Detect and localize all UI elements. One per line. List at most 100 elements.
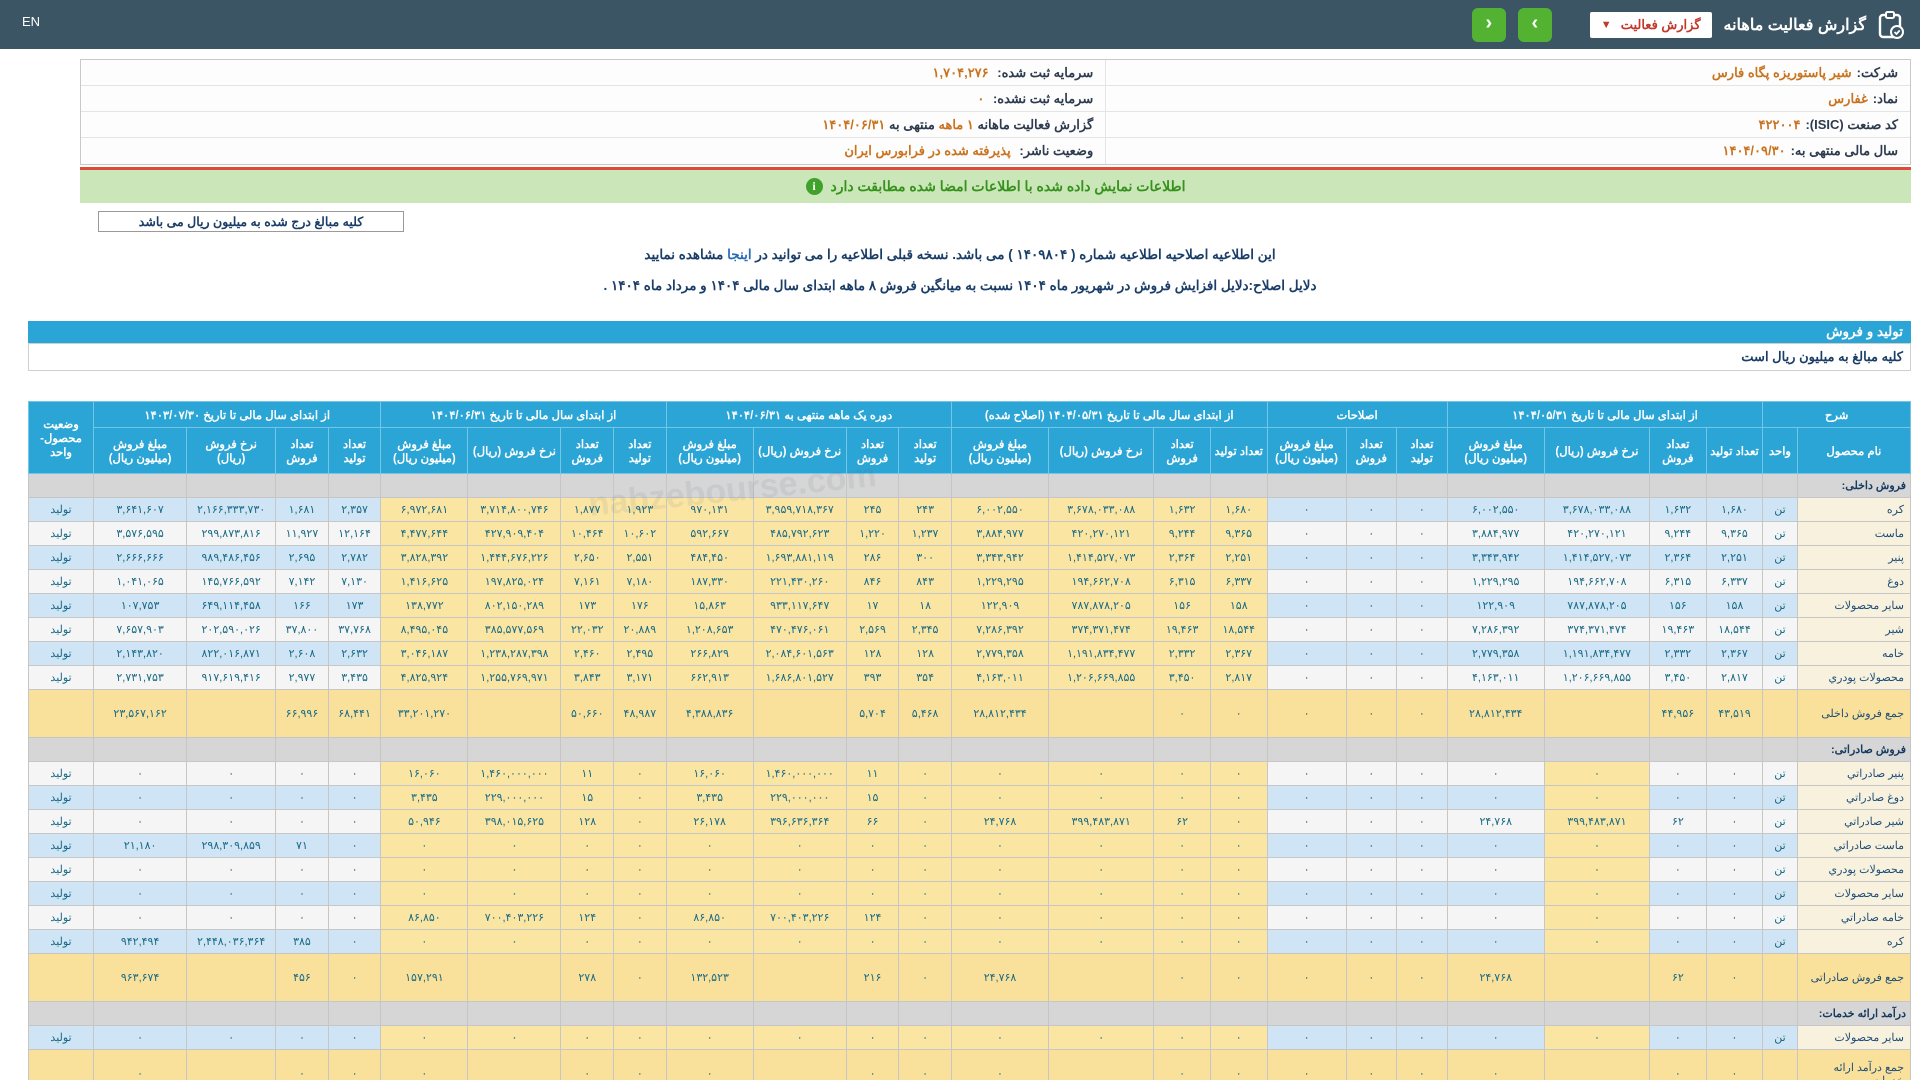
report-period-label: گزارش فعالیت ماهانه <box>973 116 1094 132</box>
value-cell: ۲۲۱,۴۳۰,۲۶۰ <box>752 569 847 594</box>
value-cell: ۲۹۸,۳۰۹,۸۵۹ <box>186 833 277 858</box>
column-header-cell: تعداد فروش <box>275 427 329 474</box>
value-cell: ۰ <box>1209 1049 1268 1080</box>
value-cell: ۰ <box>665 1025 754 1050</box>
status-cell: تولید <box>27 857 95 882</box>
value-cell: ۰ <box>1543 929 1651 954</box>
value-cell: ۰ <box>186 1025 277 1050</box>
value-cell: ۰ <box>1396 521 1448 546</box>
value-cell: ۲۴,۷۶۸ <box>1446 809 1545 834</box>
value-cell: ۰ <box>845 857 900 882</box>
previous-version-link[interactable]: اینجا <box>727 247 751 262</box>
value-cell: ۱,۲۰۶,۶۶۹,۸۵۵ <box>1048 665 1155 690</box>
column-header-cell: مبلغ فروش (میلیون ریال) <box>380 427 469 474</box>
value-cell: ۱۴۵,۷۶۶,۵۹۲ <box>186 569 277 594</box>
value-cell: ۳,۶۷۸,۰۳۳,۰۸۸ <box>1543 497 1651 522</box>
value-cell <box>1543 1049 1651 1080</box>
value-cell <box>186 953 277 1002</box>
section-empty-cell <box>380 1001 469 1026</box>
report-period-ending-label: منتهی به <box>889 116 935 132</box>
value-cell: ۷,۱۳۰ <box>327 569 382 594</box>
value-cell: ۰ <box>1705 929 1764 954</box>
symbol-label: نماد: <box>1872 90 1898 106</box>
value-cell: ۰ <box>186 761 277 786</box>
section-empty-cell <box>613 737 667 762</box>
value-cell: ۰ <box>1153 1049 1211 1080</box>
report-type-select[interactable]: گزارش فعالیت ▼ <box>1589 11 1712 38</box>
value-cell: ۰ <box>380 1025 469 1050</box>
value-cell: ۸۲۲,۰۱۶,۸۷۱ <box>186 641 277 666</box>
unregistered-capital-label: سرمایه ثبت نشده: <box>992 90 1094 106</box>
value-cell: ۰ <box>1209 905 1268 930</box>
isic-label: کد صنعت (ISIC): <box>1805 116 1898 132</box>
value-cell: ۰ <box>1396 689 1448 738</box>
value-cell: ۰ <box>950 857 1050 882</box>
value-cell: ۸,۴۹۵,۰۴۵ <box>380 617 469 642</box>
value-cell: ۰ <box>380 1049 469 1080</box>
value-cell: ۰ <box>1705 1025 1764 1050</box>
column-header-cell: تعداد تولید <box>1705 427 1764 474</box>
value-cell: ۰ <box>186 881 277 906</box>
column-header-cell: مبلغ فروش (میلیون ریال) <box>950 427 1050 474</box>
section-empty-cell <box>845 473 900 498</box>
value-cell: ۱,۲۲۹,۲۹۵ <box>1446 569 1545 594</box>
value-cell: ۰ <box>93 785 188 810</box>
next-report-button[interactable]: › <box>1517 7 1552 42</box>
product-name-cell: شیر صادراتي <box>1796 809 1912 834</box>
value-cell: ۱,۶۹۳,۸۸۱,۱۱۹ <box>752 545 847 570</box>
section-empty-cell <box>1649 737 1707 762</box>
unit-cell: تن <box>1762 641 1798 666</box>
value-cell: ۱,۴۱۴,۵۲۷,۰۷۳ <box>1048 545 1155 570</box>
value-cell: ۰ <box>613 857 667 882</box>
value-cell: ۳۹۹,۴۸۳,۸۷۱ <box>1048 809 1155 834</box>
section-empty-cell <box>613 1001 667 1026</box>
value-cell: ۰ <box>1266 809 1347 834</box>
value-cell: ۰ <box>560 881 615 906</box>
value-cell: ۲۴۵ <box>845 497 900 522</box>
value-cell: ۰ <box>275 785 329 810</box>
value-cell: ۲,۳۶۴ <box>1649 545 1707 570</box>
value-cell: ۰ <box>898 905 952 930</box>
value-cell: ۰ <box>1396 857 1448 882</box>
value-cell: ۱۵۶ <box>1153 593 1211 618</box>
section-empty-cell <box>1446 473 1545 498</box>
column-header-cell: تعداد تولید <box>898 427 952 474</box>
value-cell: ۳,۸۲۸,۳۹۲ <box>380 545 469 570</box>
value-cell: ۱۲۲,۹۰۹ <box>1446 593 1545 618</box>
value-cell: ۰ <box>93 905 188 930</box>
language-switch-en[interactable]: EN <box>22 14 40 29</box>
value-cell: ۰ <box>1048 785 1155 810</box>
section-empty-cell <box>1048 1001 1155 1026</box>
value-cell: ۰ <box>275 881 329 906</box>
value-cell: ۰ <box>1543 1025 1651 1050</box>
section-empty-cell <box>1762 737 1798 762</box>
product-name-cell: محصولات پودري <box>1796 857 1912 882</box>
value-cell: ۰ <box>1266 569 1347 594</box>
section-empty-cell <box>186 473 277 498</box>
value-cell: ۰ <box>898 809 952 834</box>
value-cell: ۰ <box>898 833 952 858</box>
info-row: شرکت: شیر پاستوریزه پگاه فارس سرمایه ثبت… <box>81 60 1910 86</box>
previous-report-button[interactable]: ‹ <box>1471 7 1506 42</box>
value-cell: ۰ <box>467 833 562 858</box>
value-cell: ۰ <box>1266 953 1347 1002</box>
product-row: پنیر تن ۲,۲۵۱ ۲,۳۶۴ ۱,۴۱۴,۵۲۷,۰۷۳ ۳,۳۴۳,۹۴۲ ۰ ۰… <box>27 545 1912 570</box>
value-cell: ۳,۴۵۰ <box>1649 665 1707 690</box>
value-cell: ۸۴۳ <box>898 569 952 594</box>
value-cell: ۰ <box>327 929 382 954</box>
value-cell: ۲۶۶,۸۲۹ <box>665 641 754 666</box>
value-cell: ۰ <box>1209 785 1268 810</box>
value-cell: ۶۶ <box>845 809 900 834</box>
value-cell: ۰ <box>275 905 329 930</box>
value-cell: ۰ <box>1266 905 1347 930</box>
value-cell: ۹,۲۴۴ <box>1649 521 1707 546</box>
value-cell: ۳,۴۵۰ <box>1153 665 1211 690</box>
product-name-cell: پنیر <box>1796 545 1912 570</box>
value-cell: ۱,۸۷۷ <box>560 497 615 522</box>
section-empty-cell <box>1266 473 1347 498</box>
value-cell: ۰ <box>1396 497 1448 522</box>
section-empty-cell <box>1153 473 1211 498</box>
value-cell: ۰ <box>275 761 329 786</box>
product-row: سایر محصولات تن ۱۵۸ ۱۵۶ ۷۸۷,۸۷۸,۲۰۵ ۱۲۲,۹۰۹ ۰ ۰… <box>27 593 1912 618</box>
report-type-label: گزارش فعالیت <box>1620 16 1701 32</box>
